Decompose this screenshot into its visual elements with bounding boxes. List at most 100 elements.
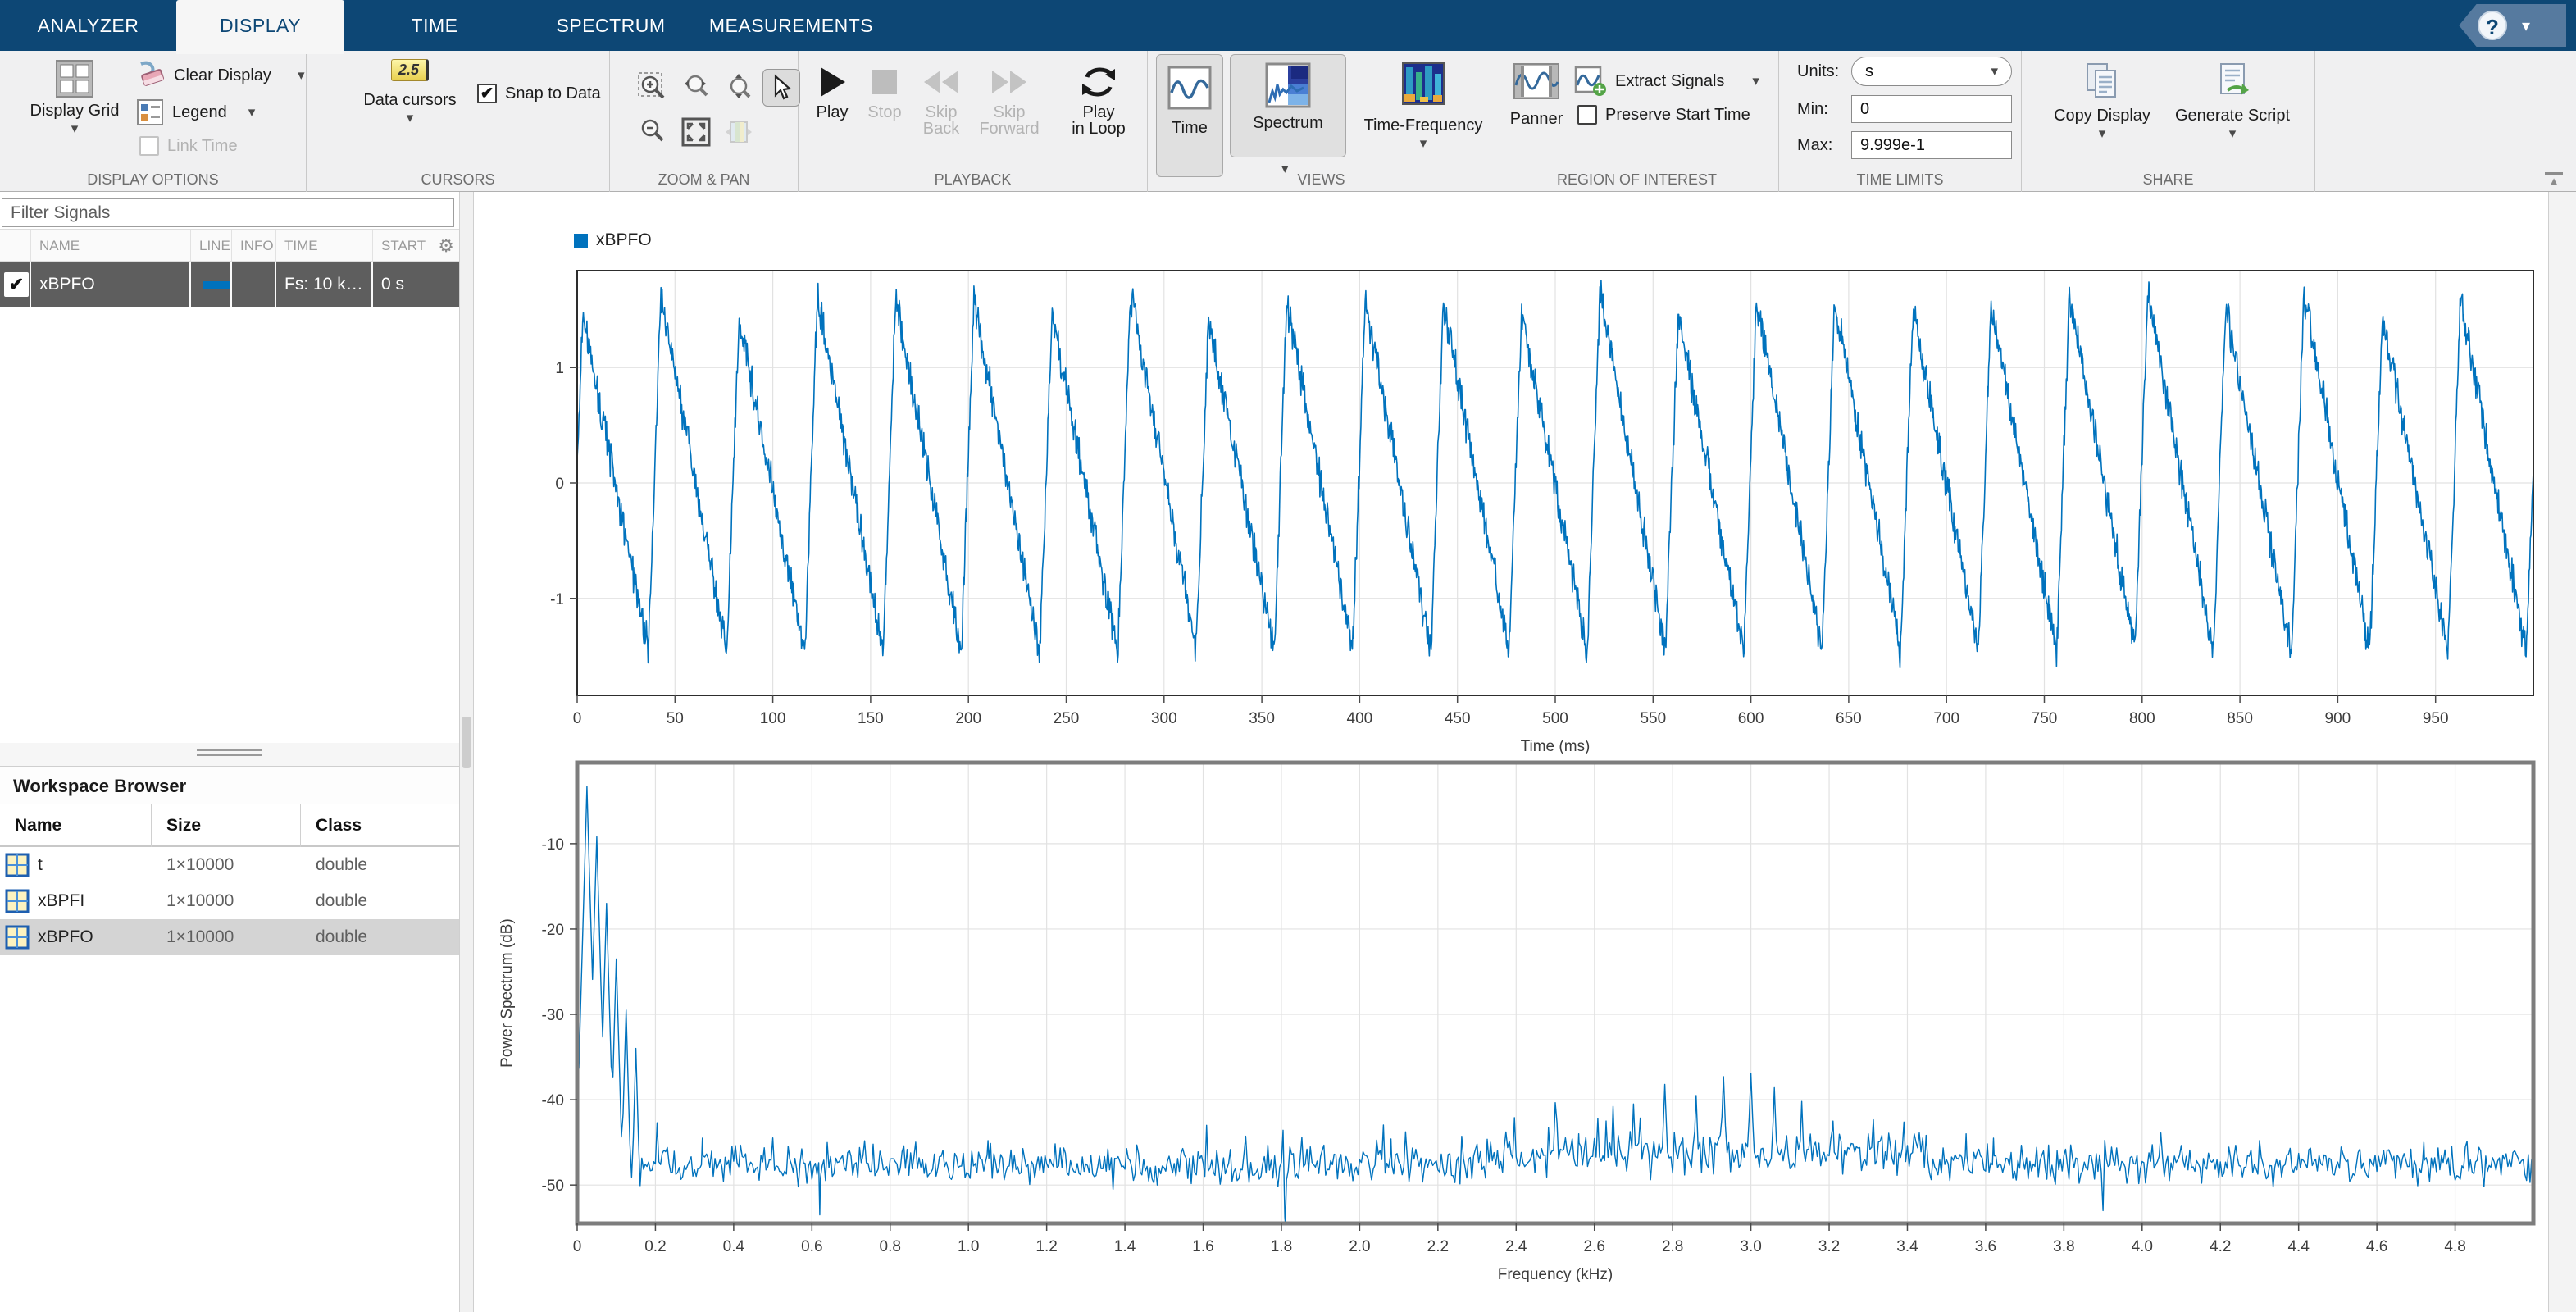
zoom-out-tool[interactable] (635, 113, 672, 151)
zoom-x-tool[interactable] (677, 69, 715, 107)
svg-text:4.0: 4.0 (2132, 1238, 2153, 1255)
left-panel-scrollbar[interactable] (459, 192, 474, 1312)
svg-text:0.8: 0.8 (880, 1238, 901, 1255)
pointer-icon (767, 74, 795, 102)
workspace-row-xbpfi[interactable]: xBPFI 1×10000 double (0, 883, 459, 919)
column-header-line: LINE (191, 230, 232, 262)
matrix-icon (5, 853, 30, 877)
display-scrollbar[interactable] (2548, 192, 2576, 1312)
signal-info (232, 262, 276, 308)
ws-var-size: 1×10000 (166, 847, 234, 883)
display-grid-label: Display Grid (30, 102, 120, 121)
extract-signals-button[interactable]: Extract Signals ▾ (1574, 66, 1759, 97)
zoom-in-tool[interactable] (635, 69, 672, 107)
spectrum-view-button[interactable]: Spectrum (1230, 54, 1346, 157)
signal-checkbox[interactable]: ✔ (4, 272, 29, 297)
tab-spectrum[interactable]: SPECTRUM (525, 0, 697, 51)
zoom-y-tool[interactable] (720, 69, 758, 107)
time-plot[interactable]: 0501001502002503003504004505005506006507… (476, 197, 2550, 754)
spectrum-plot[interactable]: 00.20.40.60.81.01.21.41.61.82.02.22.42.6… (476, 754, 2550, 1312)
generate-script-button[interactable]: Generate Script ▾ (2163, 61, 2302, 139)
splitter-grip-icon (197, 754, 262, 756)
link-time-label: Link Time (167, 137, 238, 156)
scrollbar-thumb[interactable] (462, 717, 471, 768)
matrix-icon (5, 889, 30, 913)
workspace-row-t[interactable]: t 1×10000 double (0, 847, 459, 883)
pan-icon (722, 116, 755, 148)
fit-to-view-icon (680, 116, 712, 148)
signal-start: 0 s (373, 262, 459, 308)
play-button[interactable]: Play (807, 64, 858, 122)
filter-signals-input[interactable] (2, 198, 454, 227)
section-label: SHARE (2022, 171, 2314, 189)
panner-label: Panner (1510, 110, 1563, 129)
ribbon: Display Grid ▾ Clear Display ▾ Legend ▾ … (0, 51, 2576, 192)
signal-row[interactable]: ✔ xBPFO Fs: 10 k… 0 s (0, 262, 459, 308)
help-button[interactable]: ? ▾ (2442, 4, 2566, 47)
svg-text:3.0: 3.0 (1740, 1238, 1761, 1255)
collapse-ribbon-button[interactable]: ▲ (2542, 171, 2566, 190)
skip-forward-button[interactable]: Skip Forward (974, 64, 1045, 133)
svg-text:2.8: 2.8 (1662, 1238, 1683, 1255)
play-label: Play (817, 103, 849, 122)
gear-icon[interactable]: ⚙ (438, 230, 454, 262)
time-view-icon (1167, 65, 1213, 111)
ws-column-name: Name (0, 804, 152, 847)
spectrum-view-label: Spectrum (1253, 114, 1323, 133)
display-grid-icon (55, 59, 94, 98)
generate-script-icon (2213, 61, 2252, 100)
snap-to-data-checkbox[interactable]: ✔ Snap to Data (477, 84, 601, 103)
max-input[interactable] (1851, 131, 2012, 159)
time-view-button[interactable]: Time (1156, 54, 1223, 177)
copy-display-button[interactable]: Copy Display ▾ (2051, 61, 2153, 139)
stop-label: Stop (867, 103, 901, 122)
svg-text:1: 1 (555, 360, 564, 377)
extract-signals-label: Extract Signals (1615, 72, 1724, 91)
display-grid-button[interactable]: Display Grid ▾ (23, 59, 126, 134)
svg-text:1.6: 1.6 (1192, 1238, 1213, 1255)
signal-line-swatch (203, 281, 232, 289)
skip-back-button[interactable]: Skip Back (912, 64, 971, 133)
link-time-checkbox[interactable]: Link Time (139, 136, 238, 156)
svg-text:2.6: 2.6 (1584, 1238, 1605, 1255)
snap-to-data-label: Snap to Data (505, 84, 601, 103)
panner-button[interactable]: Panner (1505, 61, 1568, 129)
svg-text:3.2: 3.2 (1818, 1238, 1840, 1255)
copy-display-label: Copy Display (2054, 107, 2150, 125)
svg-text:900: 900 (2325, 710, 2351, 727)
svg-text:2.2: 2.2 (1427, 1238, 1449, 1255)
preserve-start-time-checkbox[interactable]: Preserve Start Time (1577, 105, 1750, 125)
stop-button[interactable]: Stop (861, 64, 908, 122)
svg-text:250: 250 (1054, 710, 1080, 727)
tab-display[interactable]: DISPLAY (176, 0, 344, 54)
ws-var-class: double (316, 919, 367, 955)
section-label: CURSORS (307, 171, 609, 189)
time-frequency-view-button[interactable]: Time-Frequency ▾ (1353, 61, 1494, 148)
tab-analyzer[interactable]: ANALYZER (0, 0, 176, 51)
pointer-tool[interactable] (762, 69, 800, 107)
units-select[interactable]: s ▾ (1851, 57, 2012, 86)
column-header-name: NAME (31, 230, 191, 262)
svg-text:Power Spectrum (dB): Power Spectrum (dB) (498, 918, 516, 1068)
svg-text:700: 700 (1933, 710, 1959, 727)
svg-text:0.4: 0.4 (723, 1238, 745, 1255)
ws-column-class: Class (301, 804, 453, 847)
min-input[interactable] (1851, 95, 2012, 123)
legend-button[interactable]: Legend ▾ (136, 98, 255, 126)
svg-text:0: 0 (573, 710, 582, 727)
tab-measurements[interactable]: MEASUREMENTS (697, 0, 885, 51)
pan-tool[interactable] (720, 113, 758, 151)
legend-swatch-icon (574, 234, 588, 248)
svg-text:850: 850 (2227, 710, 2253, 727)
workspace-row-xbpfo[interactable]: xBPFO 1×10000 double (0, 919, 459, 955)
panel-splitter[interactable] (0, 743, 459, 766)
play-in-loop-icon (1079, 64, 1118, 100)
section-label: PLAYBACK (799, 171, 1147, 189)
clear-display-button[interactable]: Clear Display ▾ (136, 61, 304, 90)
fit-to-view-tool[interactable] (677, 113, 715, 151)
tab-time[interactable]: TIME (344, 0, 525, 51)
signal-time: Fs: 10 k… (276, 262, 373, 308)
play-in-loop-button[interactable]: Play in Loop (1059, 64, 1138, 133)
workspace-table-header: Name Size Class (0, 804, 459, 847)
data-cursors-button[interactable]: 2.5 Data cursors ▾ (361, 59, 459, 123)
